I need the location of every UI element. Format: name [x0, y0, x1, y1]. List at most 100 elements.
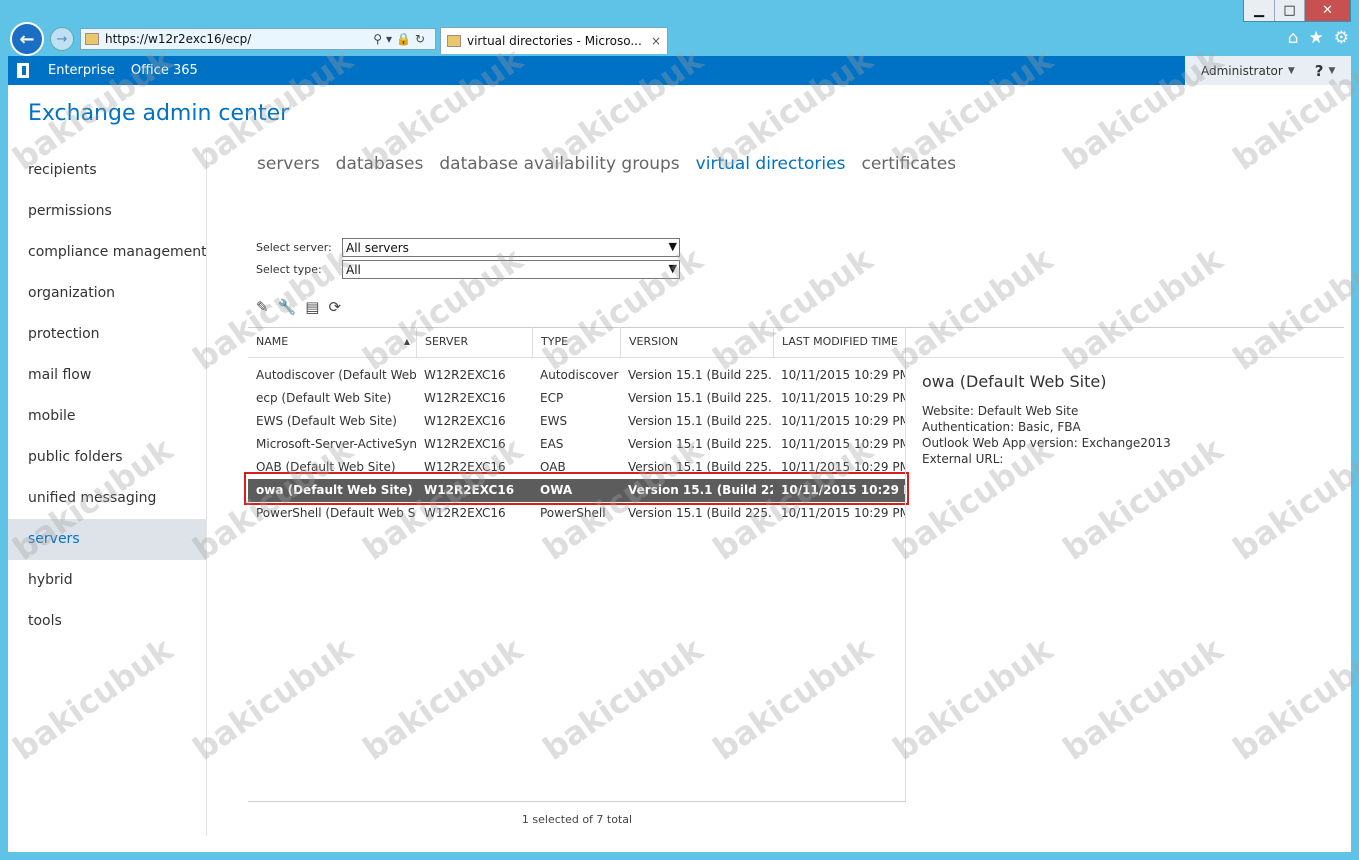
chevron-down-icon: ▼: [668, 262, 677, 275]
table-row[interactable]: PowerShell (Default Web Si... W12R2EXC16 P…: [248, 502, 905, 525]
favorites-star-icon[interactable]: ★: [1309, 28, 1324, 48]
sidebar-item-mail-flow[interactable]: mail flow: [8, 355, 207, 396]
table-row[interactable]: Microsoft-Server-ActiveSyn... W12R2EXC16 E…: [248, 433, 905, 456]
tab-favicon-icon: [447, 35, 461, 47]
details-pane: owa (Default Web Site) Website: Default …: [922, 372, 1322, 467]
cell-name: PowerShell (Default Web Si...: [256, 506, 416, 520]
cell-version: Version 15.1 (Build 225....: [628, 368, 773, 382]
sidebar-item-public-folders[interactable]: public folders: [8, 437, 207, 478]
column-header-server[interactable]: SERVER: [416, 327, 532, 357]
browser-right-icons: ⌂ ★ ⚙: [1288, 28, 1349, 48]
column-header-type[interactable]: TYPE: [532, 327, 620, 357]
tab-virtual-directories[interactable]: virtual directories: [696, 154, 846, 174]
user-name: Administrator: [1201, 63, 1283, 78]
column-header-name[interactable]: NAME ▲: [248, 327, 416, 357]
address-bar[interactable]: https://w12r2exc16/ecp/ ⚲▾🔒↻: [80, 28, 436, 50]
sidebar-item-recipients[interactable]: recipients: [8, 150, 207, 191]
cell-version: Version 15.1 (Build 225....: [628, 391, 773, 405]
edit-icon[interactable]: ✎: [256, 298, 269, 316]
cell-name: EWS (Default Web Site): [256, 414, 397, 428]
column-header-version[interactable]: VERSION: [620, 327, 773, 357]
type-filter: Select type: All ▼: [256, 260, 680, 279]
cell-last-modified: 10/11/2015 10:29 PM: [781, 437, 905, 451]
sidebar-item-protection[interactable]: protection: [8, 314, 207, 355]
selected-row-highlight: [244, 472, 909, 505]
cell-type: EAS: [540, 437, 564, 451]
cell-server: W12R2EXC16: [424, 437, 506, 451]
cell-last-modified: 10/11/2015 10:29 PM: [781, 391, 905, 405]
cell-type: ECP: [540, 391, 564, 405]
help-icon[interactable]: ?: [1315, 62, 1324, 80]
sidebar-item-servers[interactable]: servers: [8, 519, 207, 560]
topbar-link-enterprise[interactable]: Enterprise: [48, 63, 115, 78]
sidebar-item-mobile[interactable]: mobile: [8, 396, 207, 437]
user-menu[interactable]: Administrator ▼ ? ▼: [1185, 56, 1351, 85]
cell-server: W12R2EXC16: [424, 506, 506, 520]
cell-type: PowerShell: [540, 506, 606, 520]
topbar-link-office365[interactable]: Office 365: [131, 63, 198, 78]
cell-server: W12R2EXC16: [424, 414, 506, 428]
office-logo-icon[interactable]: [8, 56, 38, 85]
type-select-value: All: [346, 262, 361, 277]
cell-type: Autodiscover: [540, 368, 619, 382]
server-filter: Select server: All servers ▼: [256, 238, 680, 257]
refresh-icon[interactable]: ⟳: [328, 298, 341, 316]
tab-databases[interactable]: databases: [336, 154, 424, 174]
cell-version: Version 15.1 (Build 225....: [628, 414, 773, 428]
exchange-admin-center: Enterprise Office 365 Administrator ▼ ? …: [8, 56, 1351, 852]
cell-name: ecp (Default Web Site): [256, 391, 392, 405]
cell-server: W12R2EXC16: [424, 391, 506, 405]
reset-icon[interactable]: ▤: [305, 298, 319, 316]
server-filter-label: Select server:: [256, 241, 332, 254]
details-authentication: Authentication: Basic, FBA: [922, 420, 1081, 434]
chevron-down-icon: ▼: [1328, 65, 1336, 76]
sidebar-item-unified-messaging[interactable]: unified messaging: [8, 478, 207, 519]
address-url: https://w12r2exc16/ecp/: [105, 32, 252, 46]
tab-database-availability-groups[interactable]: database availability groups: [439, 154, 679, 174]
cell-server: W12R2EXC16: [424, 368, 506, 382]
cell-type: EWS: [540, 414, 568, 428]
table-row[interactable]: ecp (Default Web Site) W12R2EXC16 ECP Versi…: [248, 387, 905, 410]
home-icon[interactable]: ⌂: [1288, 28, 1299, 48]
wrench-icon[interactable]: 🔧: [278, 298, 297, 316]
subtab-bar: servers databases database availability …: [257, 154, 956, 174]
cell-name: Microsoft-Server-ActiveSyn...: [256, 437, 416, 451]
type-select[interactable]: All ▼: [342, 260, 680, 279]
cell-version: Version 15.1 (Build 225....: [628, 506, 773, 520]
address-tools-icon[interactable]: ⚲▾🔒↻: [373, 32, 435, 46]
sidebar-item-hybrid[interactable]: hybrid: [8, 560, 207, 601]
cell-last-modified: 10/11/2015 10:29 PM: [781, 506, 905, 520]
column-header-last-modified[interactable]: LAST MODIFIED TIME: [773, 327, 905, 357]
tab-servers[interactable]: servers: [257, 154, 320, 174]
virtual-directories-table: NAME ▲ SERVER TYPE VERSION LAST MODIFIED …: [244, 327, 1344, 802]
sidebar-item-tools[interactable]: tools: [8, 601, 207, 642]
table-row[interactable]: EWS (Default Web Site) W12R2EXC16 EWS Versi…: [248, 410, 905, 433]
server-select-value: All servers: [346, 240, 409, 255]
details-owa-version: Outlook Web App version: Exchange2013: [922, 436, 1171, 450]
sidebar-divider: [206, 150, 207, 836]
forward-button[interactable]: →: [50, 27, 74, 51]
type-filter-label: Select type:: [256, 263, 322, 276]
tab-title: virtual directories - Microso...: [467, 34, 642, 48]
settings-gear-icon[interactable]: ⚙: [1334, 28, 1349, 48]
details-title: owa (Default Web Site): [922, 372, 1107, 391]
server-select[interactable]: All servers ▼: [342, 238, 680, 257]
cell-last-modified: 10/11/2015 10:29 PM: [781, 368, 905, 382]
chevron-down-icon: ▼: [668, 240, 677, 253]
table-bottom-border: [248, 801, 906, 802]
browser-tab-active[interactable]: virtual directories - Microso... ×: [440, 27, 668, 54]
cell-name: Autodiscover (Default Web...: [256, 368, 416, 382]
tab-certificates[interactable]: certificates: [861, 154, 956, 174]
actions-toolbar: ✎ 🔧 ▤ ⟳: [256, 298, 341, 316]
page-title: Exchange admin center: [28, 101, 290, 126]
sidebar-item-organization[interactable]: organization: [8, 273, 207, 314]
sidebar: recipients permissions compliance manage…: [8, 150, 207, 642]
table-row[interactable]: Autodiscover (Default Web... W12R2EXC16 Au…: [248, 364, 905, 387]
status-bar: 1 selected of 7 total: [521, 813, 633, 826]
sidebar-item-compliance-management[interactable]: compliance management: [8, 232, 207, 273]
browser-toolbar: ← → https://w12r2exc16/ecp/ ⚲▾🔒↻ virtual…: [0, 18, 1359, 56]
tab-close-icon[interactable]: ×: [651, 34, 667, 48]
header-bottom-border: [248, 357, 1344, 358]
back-button[interactable]: ←: [10, 22, 44, 56]
sidebar-item-permissions[interactable]: permissions: [8, 191, 207, 232]
